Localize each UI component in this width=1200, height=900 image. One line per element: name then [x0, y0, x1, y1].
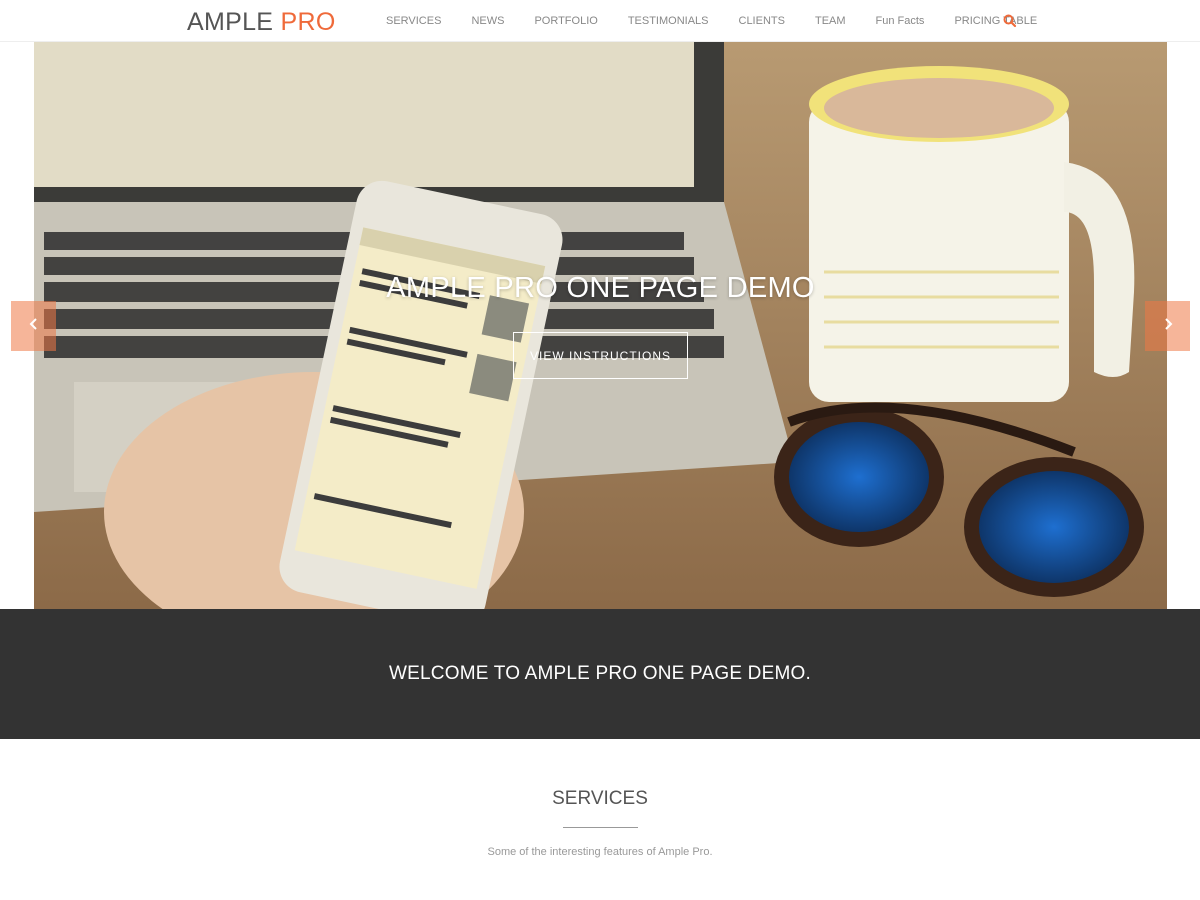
chevron-right-icon	[1162, 317, 1174, 336]
welcome-text: WELCOME TO AMPLE PRO ONE PAGE DEMO.	[389, 663, 811, 684]
hero-slider: AMPLE PRO ONE PAGE DEMO VIEW INSTRUCTION…	[34, 42, 1167, 609]
nav-item-fun-facts[interactable]: Fun Facts	[861, 15, 940, 27]
slider-next-button[interactable]	[1145, 301, 1190, 351]
nav-item-pricing-table[interactable]: PRICING TABLE	[939, 15, 1052, 27]
hero-title: AMPLE PRO ONE PAGE DEMO	[386, 272, 815, 304]
main-nav: SERVICES NEWS PORTFOLIO TESTIMONIALS CLI…	[371, 0, 1052, 42]
nav-item-portfolio[interactable]: PORTFOLIO	[519, 15, 612, 27]
view-instructions-button[interactable]: VIEW INSTRUCTIONS	[513, 332, 688, 379]
slider-prev-button[interactable]	[11, 301, 56, 351]
logo-accent: PRO	[280, 8, 336, 36]
hero-background-image	[34, 42, 1167, 609]
nav-item-testimonials[interactable]: TESTIMONIALS	[613, 15, 724, 27]
nav-item-clients[interactable]: CLIENTS	[724, 15, 800, 27]
services-divider	[563, 827, 638, 828]
chevron-left-icon	[28, 317, 40, 336]
site-header: AMPLE PRO SERVICES NEWS PORTFOLIO TESTIM…	[0, 0, 1200, 42]
welcome-section: WELCOME TO AMPLE PRO ONE PAGE DEMO.	[0, 609, 1200, 739]
services-subtitle: Some of the interesting features of Ampl…	[487, 846, 713, 858]
services-title: SERVICES	[552, 788, 648, 809]
search-icon[interactable]	[1002, 13, 1018, 29]
nav-item-services[interactable]: SERVICES	[371, 15, 456, 27]
nav-item-team[interactable]: TEAM	[800, 15, 861, 27]
logo-name: AMPLE	[187, 8, 274, 36]
site-logo[interactable]: AMPLE PRO	[187, 8, 336, 37]
nav-item-news[interactable]: NEWS	[456, 15, 519, 27]
